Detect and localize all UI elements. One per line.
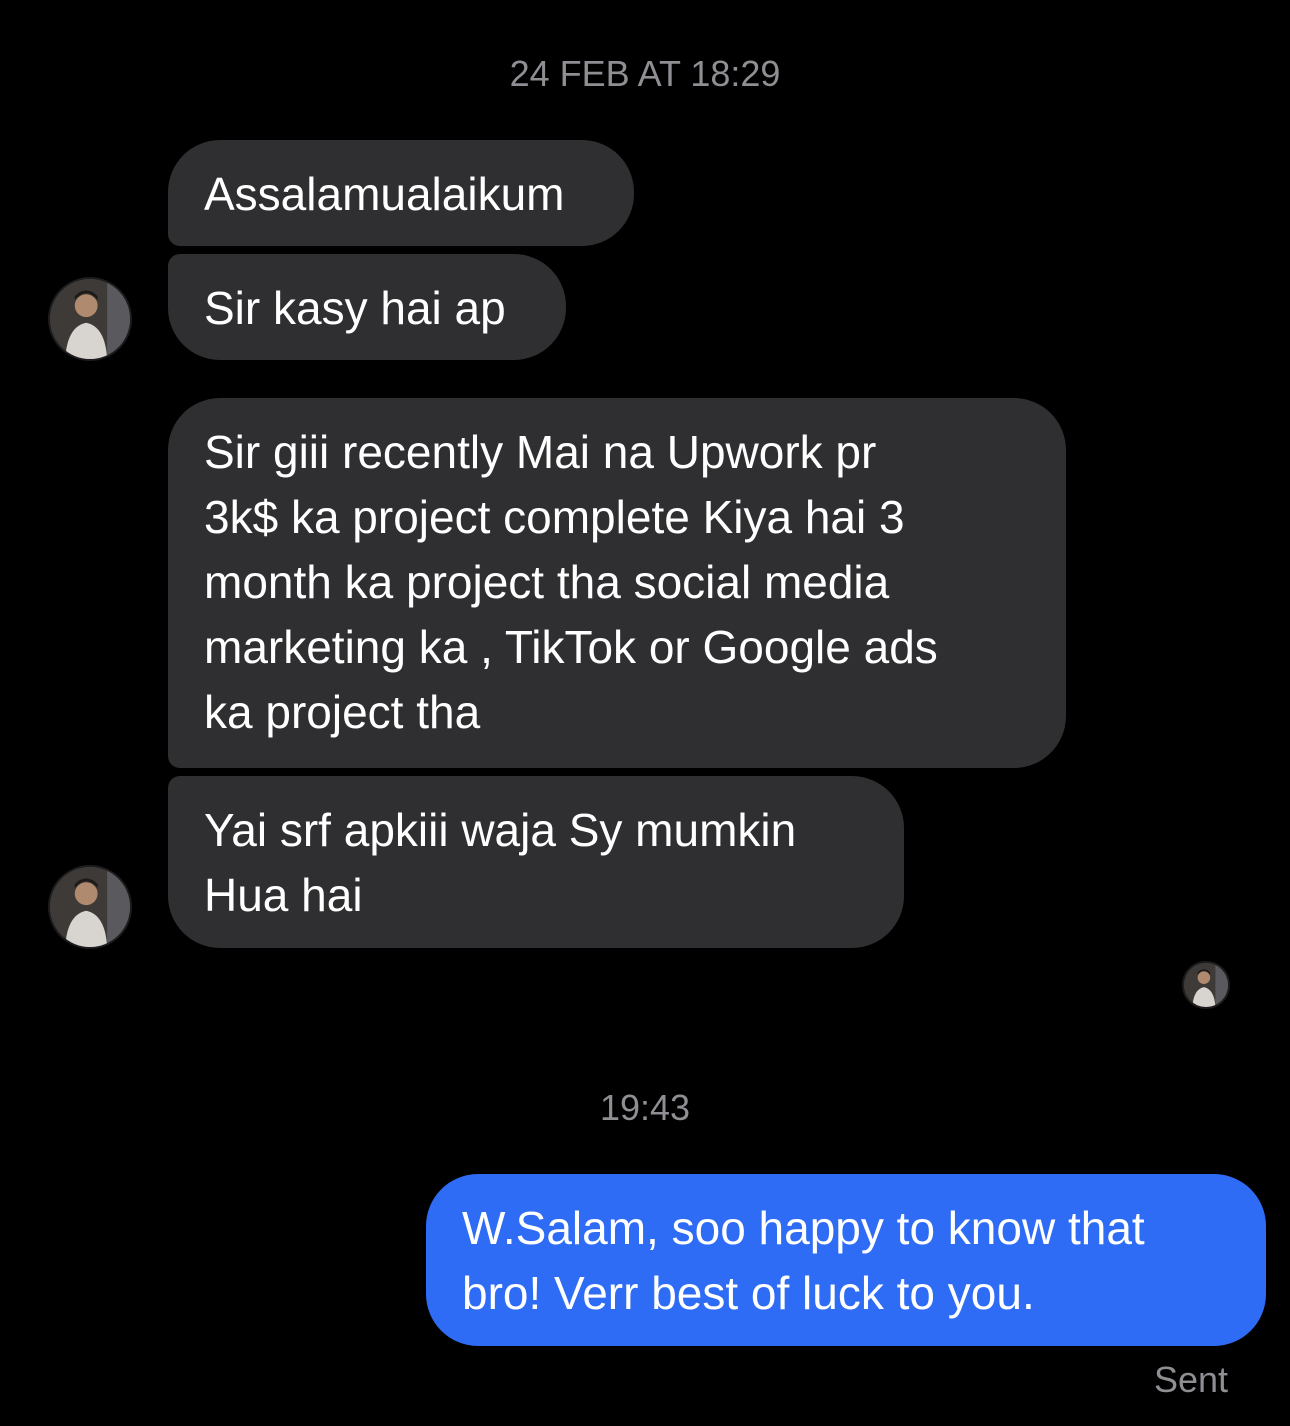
message-bubble-incoming[interactable]: Sir giii recently Mai na Upwork pr 3k$ k… — [168, 398, 1066, 768]
avatar-photo-icon — [50, 279, 130, 359]
message-status: Sent — [1153, 1359, 1228, 1400]
seen-avatar-icon — [1182, 961, 1230, 1009]
timestamp-header: 19:43 — [599, 1087, 691, 1128]
contact-avatar-icon[interactable] — [48, 865, 132, 949]
avatar-photo-icon — [1184, 963, 1228, 1007]
message-bubble-incoming[interactable]: Assalamualaikum — [168, 140, 634, 246]
message-bubble-incoming[interactable]: Sir kasy hai ap — [168, 254, 566, 360]
avatar-photo-icon — [50, 867, 130, 947]
message-bubble-outgoing[interactable]: W.Salam, soo happy to know that bro! Ver… — [426, 1174, 1266, 1346]
message-bubble-incoming[interactable]: Yai srf apkiii waja Sy mumkin Hua hai — [168, 776, 904, 948]
contact-avatar-icon[interactable] — [48, 277, 132, 361]
timestamp-header: 24 FEB AT 18:29 — [509, 53, 781, 94]
